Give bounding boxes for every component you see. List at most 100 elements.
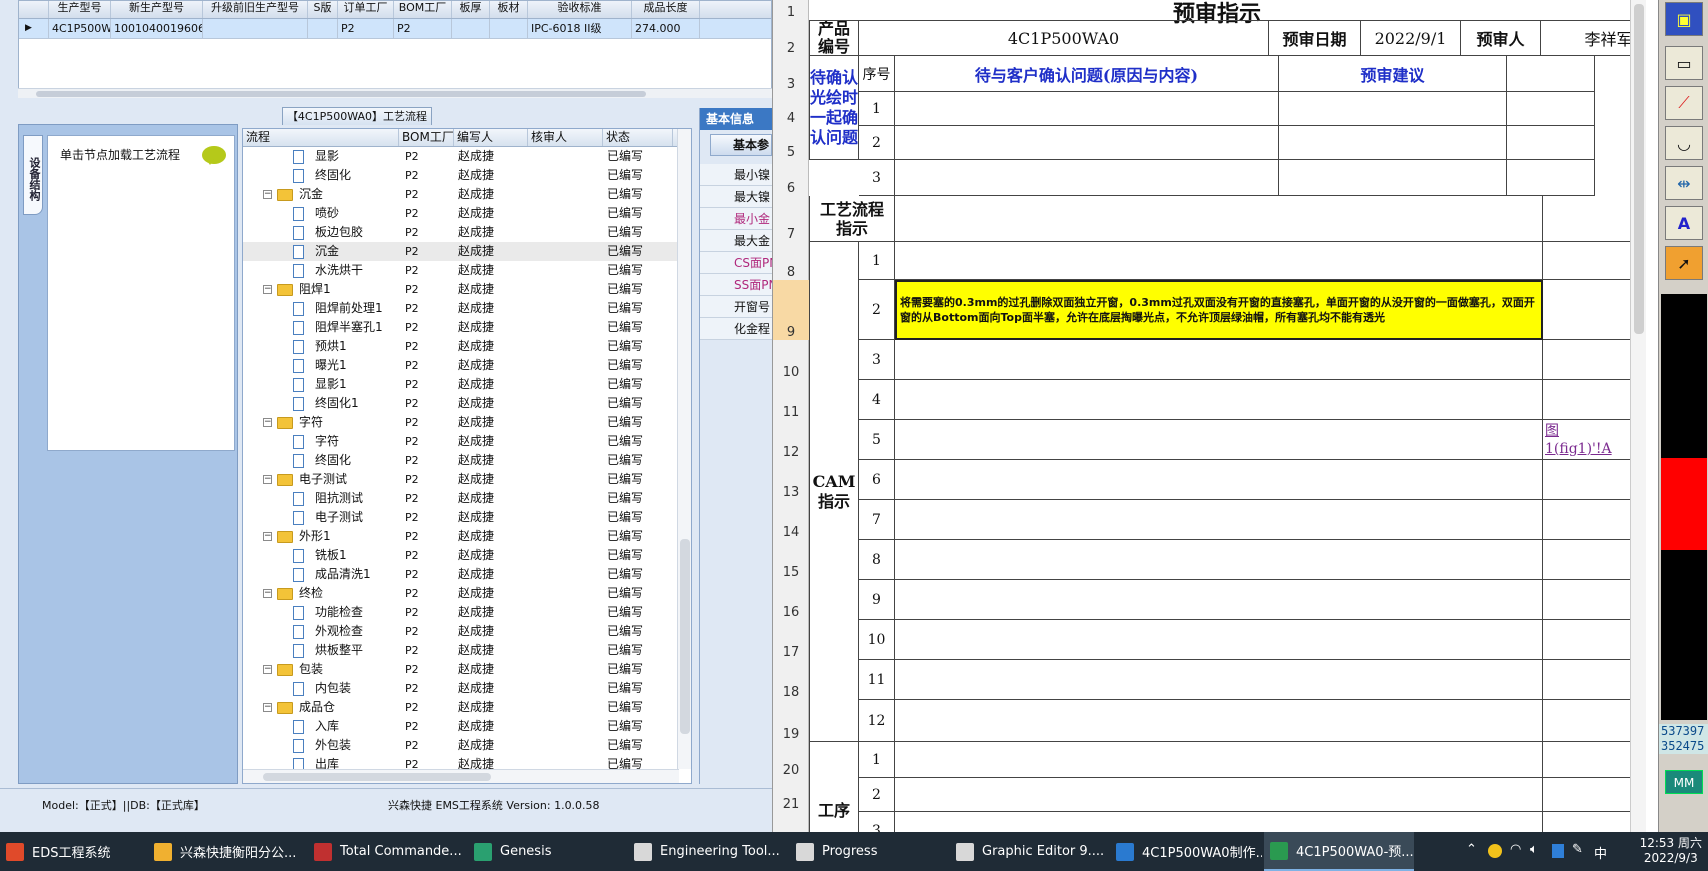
- confirm-section-label[interactable]: 待确认 光绘时 一起确 认问题: [809, 56, 859, 160]
- ime-indicator[interactable]: 中: [1594, 843, 1607, 862]
- basic-param-item[interactable]: 最小金: [700, 208, 772, 230]
- clock[interactable]: 12:53 周六 2022/9/3: [1640, 836, 1702, 866]
- row-header[interactable]: 6: [773, 160, 809, 196]
- tree-row[interactable]: 烘板整平 P2 赵成捷 已编写: [243, 641, 691, 660]
- tree-node[interactable]: 内包装: [243, 679, 399, 698]
- cam-seq[interactable]: 4: [859, 380, 895, 420]
- row-header[interactable]: 14: [773, 500, 809, 540]
- row-header[interactable]: 17: [773, 620, 809, 660]
- cam-seq[interactable]: 2: [859, 280, 895, 340]
- hscroll-thumb[interactable]: [36, 91, 646, 97]
- grid-header-cell[interactable]: 升级前旧生产型号: [203, 1, 308, 18]
- row-header[interactable]: 11: [773, 380, 809, 420]
- taskbar-item[interactable]: 兴森快捷衡阳分公...: [148, 832, 306, 871]
- attachment-cell[interactable]: [1543, 660, 1631, 700]
- grid-cell[interactable]: P2: [394, 19, 452, 38]
- reviewer-label[interactable]: 预审人: [1461, 20, 1541, 56]
- attachment-cell[interactable]: [1543, 580, 1631, 620]
- taskbar-item[interactable]: Graphic Editor 9....: [950, 832, 1108, 871]
- cam-seq[interactable]: 5: [859, 420, 895, 460]
- row-header[interactable]: 12: [773, 420, 809, 460]
- tree-node[interactable]: 终固化: [243, 166, 399, 185]
- tree-row[interactable]: − 阻焊1 P2 赵成捷 已编写: [243, 280, 691, 299]
- tree-row[interactable]: 终固化1 P2 赵成捷 已编写: [243, 394, 691, 413]
- taskbar-item[interactable]: 4C1P500WA0-预...: [1264, 832, 1414, 871]
- collapse-icon[interactable]: −: [263, 665, 272, 674]
- grid-header-cell[interactable]: 成品长度: [632, 1, 700, 18]
- tree-row[interactable]: − 包装 P2 赵成捷 已编写: [243, 660, 691, 679]
- grid-header-cell[interactable]: [19, 1, 49, 18]
- work-seq[interactable]: 3: [859, 812, 895, 832]
- sheet-vscroll-thumb[interactable]: [1634, 4, 1644, 334]
- row-header[interactable]: 10: [773, 340, 809, 380]
- layers-icon[interactable]: ▣: [1665, 2, 1703, 36]
- tab-basic-info[interactable]: 基本信息: [700, 108, 772, 130]
- tree-node[interactable]: − 沉金: [243, 185, 399, 204]
- cam-instruction-cell[interactable]: [895, 500, 1543, 540]
- tree-row[interactable]: − 电子测试 P2 赵成捷 已编写: [243, 470, 691, 489]
- tree-node[interactable]: − 电子测试: [243, 470, 399, 489]
- tree-node[interactable]: 阻抗测试: [243, 489, 399, 508]
- cam-instruction-cell[interactable]: [895, 242, 1543, 280]
- cam-instruction-cell[interactable]: [895, 660, 1543, 700]
- tree-node[interactable]: − 包装: [243, 660, 399, 679]
- grid-header-cell[interactable]: 新生产型号: [111, 1, 203, 18]
- collapse-icon[interactable]: −: [263, 418, 272, 427]
- row-header[interactable]: 20: [773, 742, 809, 778]
- tree-node[interactable]: 预烘1: [243, 337, 399, 356]
- product-code[interactable]: 4C1P500WA0: [859, 20, 1269, 56]
- basic-param-item[interactable]: 最大金: [700, 230, 772, 252]
- tree-node[interactable]: − 终检: [243, 584, 399, 603]
- confirm-seq[interactable]: 1: [859, 92, 895, 126]
- row-header[interactable]: 4: [773, 92, 809, 126]
- review-date[interactable]: 2022/9/1: [1361, 20, 1461, 56]
- tree-row[interactable]: 喷砂 P2 赵成捷 已编写: [243, 204, 691, 223]
- grid-header-cell[interactable]: 板材: [490, 1, 528, 18]
- collapse-icon[interactable]: −: [263, 475, 272, 484]
- tree-row[interactable]: 水洗烘干 P2 赵成捷 已编写: [243, 261, 691, 280]
- cam-section-label[interactable]: CAM 指示: [809, 242, 859, 742]
- tree-node[interactable]: 成品清洗1: [243, 565, 399, 584]
- grid-header-cell[interactable]: 订单工厂: [338, 1, 394, 18]
- attachment-cell[interactable]: [1543, 500, 1631, 540]
- measure-icon[interactable]: ⇹: [1665, 166, 1703, 200]
- unit-mm-button[interactable]: MM: [1665, 770, 1703, 794]
- grid-cell[interactable]: [490, 19, 528, 38]
- row-header[interactable]: 15: [773, 540, 809, 580]
- taskbar-item[interactable]: Genesis: [468, 832, 628, 871]
- tree-row[interactable]: 显影 P2 赵成捷 已编写: [243, 147, 691, 166]
- grid-header-cell[interactable]: 验收标准: [528, 1, 632, 18]
- confirm-seq[interactable]: 3: [859, 160, 895, 196]
- tree-node[interactable]: 沉金: [243, 242, 399, 261]
- tree-node[interactable]: 字符: [243, 432, 399, 451]
- tree-node[interactable]: − 字符: [243, 413, 399, 432]
- tree-row[interactable]: 电子测试 P2 赵成捷 已编写: [243, 508, 691, 527]
- tree-node[interactable]: 外包装: [243, 736, 399, 755]
- basic-param-item[interactable]: 化金程: [700, 318, 772, 340]
- tree-row[interactable]: 终固化 P2 赵成捷 已编写: [243, 166, 691, 185]
- work-instruction-cell[interactable]: [895, 742, 1543, 778]
- arc-icon[interactable]: ◡: [1665, 126, 1703, 160]
- attachment-cell[interactable]: [1543, 620, 1631, 660]
- cam-instruction-cell[interactable]: [895, 460, 1543, 500]
- cam-instruction-cell[interactable]: [895, 340, 1543, 380]
- suggestion-cell[interactable]: [1279, 160, 1507, 196]
- grid-cell[interactable]: [308, 19, 338, 38]
- tree-header-cell[interactable]: 流程: [243, 129, 399, 146]
- tree-hscroll[interactable]: [243, 769, 679, 783]
- row-header[interactable]: 1: [773, 0, 809, 20]
- confirm-question-cell[interactable]: [895, 92, 1279, 126]
- pointer-icon[interactable]: ➚: [1665, 246, 1703, 280]
- text-a-icon[interactable]: A: [1665, 206, 1703, 240]
- suggestion-cell[interactable]: [1279, 92, 1507, 126]
- confirm-question-label[interactable]: 待与客户确认问题(原因与内容): [895, 56, 1279, 92]
- row-header[interactable]: 2: [773, 20, 809, 56]
- grid-cell[interactable]: 4C1P500WA0: [49, 19, 111, 38]
- grid-cell[interactable]: 274.000: [632, 19, 700, 38]
- attachment-cell[interactable]: [1543, 812, 1631, 832]
- equipment-structure-tab[interactable]: 设备结构: [23, 135, 43, 215]
- attachment-cell[interactable]: [1543, 280, 1631, 340]
- grid-cell[interactable]: [203, 19, 308, 38]
- grid-header-cell[interactable]: S版: [308, 1, 338, 18]
- smiley-icon[interactable]: [1488, 844, 1502, 858]
